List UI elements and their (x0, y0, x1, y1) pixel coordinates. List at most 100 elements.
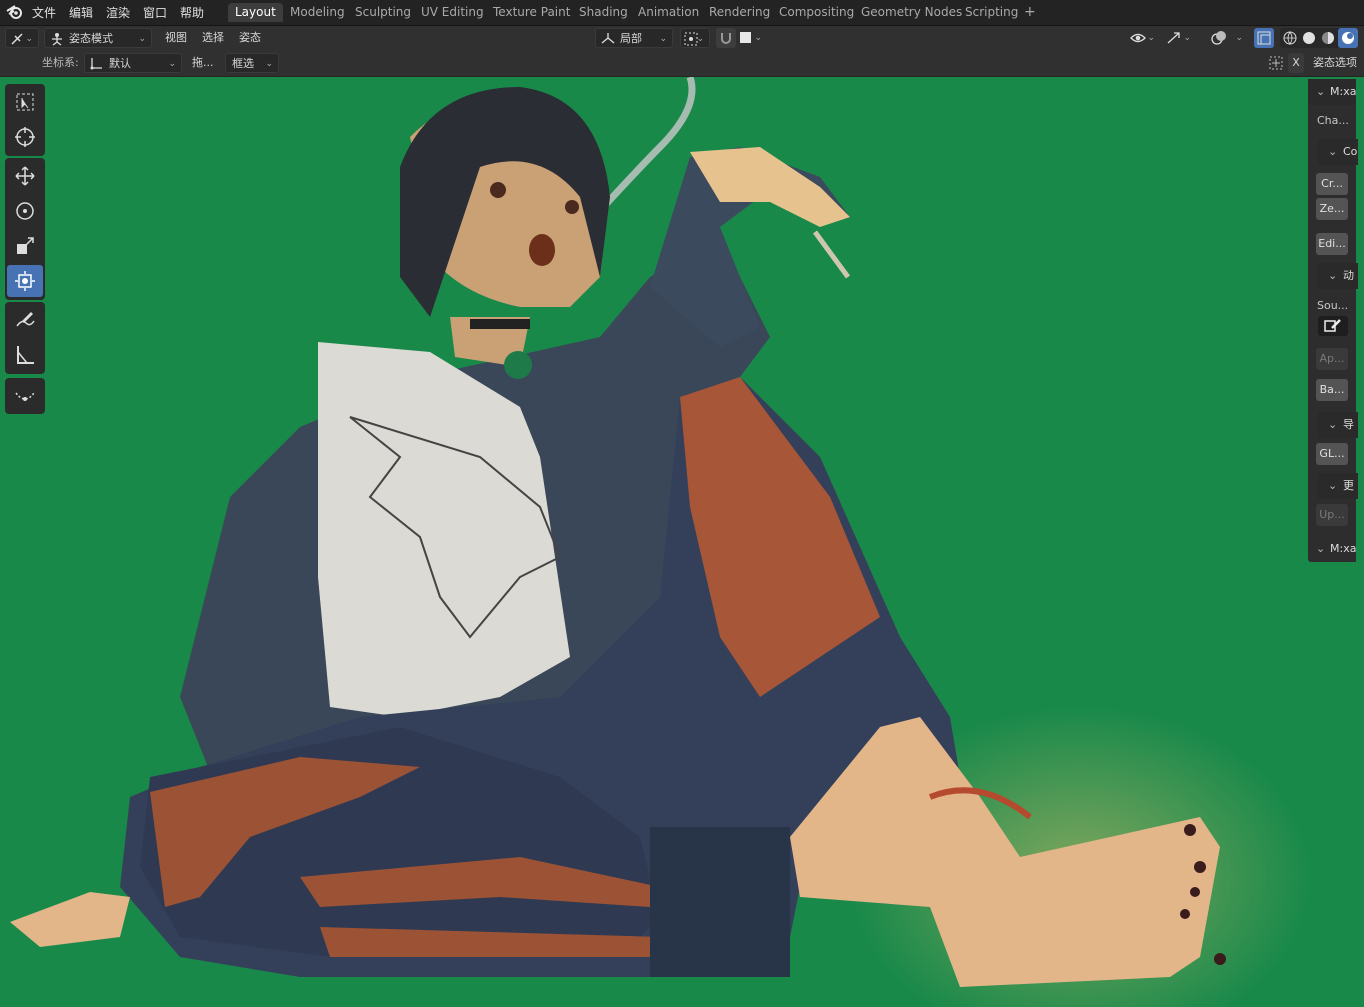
blender-logo-icon[interactable] (6, 4, 23, 20)
chevron-down-icon: ⌄ (168, 59, 176, 69)
tab-texture-paint[interactable]: Texture Paint (486, 3, 577, 22)
edi-button[interactable]: Edi... (1316, 233, 1348, 255)
panel-title: M:xa (1330, 85, 1356, 98)
rotate-tool[interactable] (7, 195, 43, 227)
subpanel-header-geng[interactable]: ⌄ 更 (1318, 473, 1358, 499)
select-box-tool[interactable] (7, 86, 43, 118)
chevron-down-icon: ⌄ (265, 59, 273, 69)
xray-toggle[interactable] (1254, 28, 1274, 48)
pose-breakdown-tool[interactable] (7, 380, 43, 412)
chevron-down-icon: ⌄ (1316, 85, 1326, 98)
menu-render[interactable]: 渲染 (106, 4, 130, 21)
overlay-dropdown[interactable]: ⌄ (1208, 28, 1248, 48)
tab-rendering[interactable]: Rendering (702, 3, 777, 22)
coord-system-dropdown[interactable]: 默认 ⌄ (84, 53, 182, 73)
cursor-tool[interactable] (7, 121, 43, 153)
ruler-icon (17, 346, 34, 364)
move-tool[interactable] (7, 160, 43, 192)
tab-geometry-nodes[interactable]: Geometry Nodes (854, 3, 969, 22)
solid-shading-icon[interactable] (1301, 30, 1317, 46)
select-box-icon (16, 93, 34, 111)
material-shading-icon[interactable] (1320, 30, 1336, 46)
editor-type-dropdown[interactable]: ⌄ (5, 28, 39, 48)
3d-viewport[interactable] (0, 77, 1364, 1007)
add-workspace-button[interactable]: + (1017, 3, 1043, 22)
move-icon (15, 166, 35, 186)
eyedropper-button[interactable] (1318, 316, 1348, 336)
chevron-down-icon: ⌄ (1328, 145, 1338, 158)
menu-pose[interactable]: 姿态 (239, 28, 261, 48)
menu-edit[interactable]: 编辑 (69, 4, 93, 21)
chevron-down-icon: ⌄ (25, 34, 33, 44)
xray-icon (1257, 31, 1271, 45)
menu-file[interactable]: 文件 (32, 4, 56, 21)
mirror-x-toggle[interactable]: X (1288, 53, 1304, 73)
tab-animation[interactable]: Animation (631, 3, 706, 22)
pose-mode-icon (52, 33, 62, 46)
rendered-shading-icon (1342, 32, 1354, 44)
cha-label: Cha... (1317, 114, 1349, 127)
transform-orientation-dropdown[interactable]: 局部 ⌄ (595, 28, 673, 48)
tab-modeling[interactable]: Modeling (283, 3, 352, 22)
tab-sculpting[interactable]: Sculpting (348, 3, 418, 22)
ap-button[interactable]: Ap... (1316, 348, 1348, 370)
chevron-down-icon: ⌄ (1328, 269, 1338, 282)
tab-uv-editing[interactable]: UV Editing (414, 3, 491, 22)
breakdowner-icon (15, 392, 35, 401)
chevron-down-icon: ⌄ (1328, 418, 1338, 431)
panel-header-mxa-2[interactable]: ⌄ M:xa (1308, 536, 1356, 562)
tab-scripting[interactable]: Scripting (958, 3, 1025, 22)
toolbar-annotate-group (5, 302, 45, 374)
subpanel-header-dao[interactable]: ⌄ 导 (1318, 412, 1358, 438)
mode-dropdown[interactable]: 姿态模式 ⌄ (44, 28, 152, 48)
measure-tool[interactable] (7, 339, 43, 371)
chevron-down-icon: ⌄ (1147, 33, 1155, 43)
transform-tool[interactable] (7, 265, 43, 297)
mode-label: 姿态模式 (69, 32, 113, 45)
select-mode-label: 框选 (232, 57, 254, 70)
drag-label[interactable]: 拖... (192, 53, 214, 73)
rendered-shading-button[interactable] (1338, 28, 1358, 48)
up-button[interactable]: Up... (1316, 504, 1348, 526)
axis-icon (90, 58, 102, 70)
tab-compositing[interactable]: Compositing (772, 3, 861, 22)
subpanel-header-co[interactable]: ⌄ Co (1318, 139, 1358, 165)
subpanel-header-dong[interactable]: ⌄ 动 (1318, 263, 1358, 289)
transform-icon (15, 271, 35, 291)
chevron-down-icon: ⌄ (1183, 33, 1191, 43)
shading-mode-group (1280, 28, 1358, 48)
menu-window[interactable]: 窗口 (143, 4, 167, 21)
transform-options-icon[interactable] (1268, 55, 1284, 71)
snap-toggle[interactable] (716, 28, 736, 48)
menu-select[interactable]: 选择 (202, 28, 224, 48)
pencil-icon (16, 312, 35, 327)
snap-element-dropdown[interactable]: ⌄ (737, 28, 767, 48)
chevron-down-icon: ⌄ (1328, 479, 1338, 492)
eyedropper-icon (1324, 319, 1341, 332)
tab-shading[interactable]: Shading (572, 3, 635, 22)
toolbar-pose-group (5, 378, 45, 414)
coord-label: 坐标系: (42, 56, 79, 69)
gizmo-icon (1167, 32, 1180, 44)
ba-button[interactable]: Ba... (1316, 379, 1348, 401)
coord-value: 默认 (109, 57, 131, 70)
panel-header-mxa[interactable]: ⌄ M:xa (1308, 79, 1356, 105)
gl-button[interactable]: GL... (1316, 443, 1348, 465)
pose-options-button[interactable]: 姿态选项 (1313, 53, 1357, 73)
visibility-dropdown[interactable]: ⌄ (1128, 28, 1160, 48)
sou-label: Sou... (1317, 299, 1349, 312)
wireframe-shading-icon[interactable] (1282, 30, 1298, 46)
tab-layout[interactable]: Layout (228, 3, 283, 22)
pivot-point-dropdown[interactable]: ⌄ (680, 28, 710, 48)
menu-help[interactable]: 帮助 (180, 4, 204, 21)
select-mode-dropdown[interactable]: 框选 ⌄ (225, 53, 279, 73)
menu-view[interactable]: 视图 (165, 28, 187, 48)
scale-tool[interactable] (7, 230, 43, 262)
magnet-icon (721, 33, 731, 44)
subpanel-title: Co (1343, 145, 1358, 158)
ze-button[interactable]: Ze... (1316, 198, 1348, 220)
gizmo-dropdown[interactable]: ⌄ (1164, 28, 1196, 48)
cr-button[interactable]: Cr... (1316, 173, 1348, 195)
annotate-tool[interactable] (7, 304, 43, 336)
panel-title: M:xa (1330, 542, 1356, 555)
